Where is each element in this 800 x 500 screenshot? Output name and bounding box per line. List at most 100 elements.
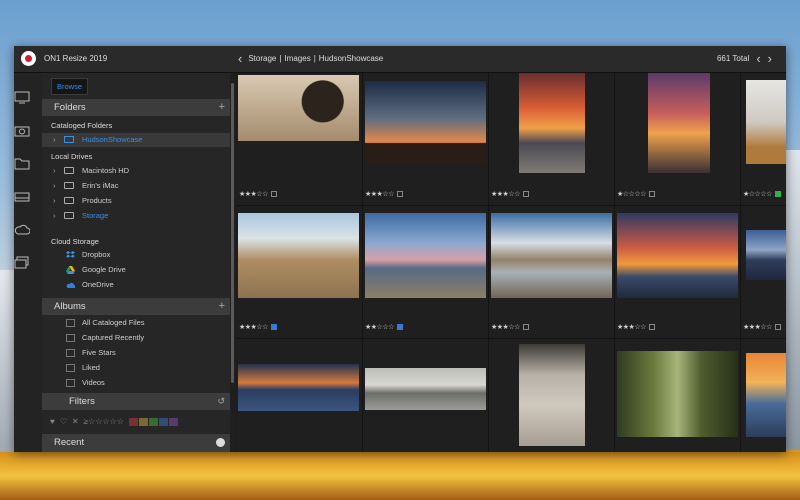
- photo-kelp-beach[interactable]: [519, 344, 585, 446]
- photo-hiker-silhouette[interactable]: [365, 81, 486, 163]
- photo-cell[interactable]: ★★★☆☆: [489, 206, 615, 339]
- photo-cell[interactable]: ★★★☆☆: [237, 73, 363, 206]
- photo-cell[interactable]: ★☆☆☆☆: [615, 73, 741, 206]
- color-tag[interactable]: [522, 324, 529, 330]
- filters-header[interactable]: Filters ↺: [42, 393, 230, 410]
- color-tag[interactable]: [270, 191, 277, 197]
- rating-filter-icon[interactable]: ≥☆☆☆☆☆: [84, 417, 124, 426]
- expand-arrow-icon[interactable]: ›: [53, 209, 56, 223]
- green-label-swatch[interactable]: [148, 417, 158, 426]
- color-tag[interactable]: [648, 324, 655, 330]
- photo-foggy-lake[interactable]: [365, 368, 486, 410]
- expand-arrow-icon[interactable]: ›: [53, 133, 56, 147]
- folder-item-hudsonshowcase[interactable]: › HudsonShowcase: [42, 133, 230, 147]
- photo-cell[interactable]: ★★★☆☆: [489, 73, 615, 206]
- breadcrumb-images[interactable]: Images: [284, 54, 310, 63]
- album-item-captured-recently[interactable]: Captured Recently: [42, 331, 230, 345]
- expand-arrow-icon[interactable]: ›: [53, 179, 56, 193]
- photo-cell[interactable]: ★☆☆☆☆: [741, 73, 786, 206]
- photo-cell[interactable]: [489, 339, 615, 452]
- blue-color-tag[interactable]: [396, 324, 403, 330]
- camera-icon[interactable]: [14, 124, 30, 137]
- star-rating[interactable]: ★★☆☆☆: [365, 323, 403, 331]
- photo-raven[interactable]: [238, 75, 359, 141]
- star-rating[interactable]: ★★★☆☆: [617, 323, 655, 331]
- recent-toggle-icon[interactable]: [216, 438, 225, 447]
- photo-fence-hills[interactable]: [238, 213, 359, 298]
- drive-item-erins-imac[interactable]: › Erin's iMac: [42, 179, 230, 193]
- photo-cell[interactable]: [741, 339, 786, 452]
- star-rating[interactable]: ★☆☆☆☆: [743, 190, 781, 198]
- photo-sunset-coast[interactable]: [617, 213, 738, 298]
- photo-reflection-lake[interactable]: [491, 213, 612, 298]
- browse-button[interactable]: Browse: [51, 78, 89, 95]
- drive-item-macintosh-hd[interactable]: › Macintosh HD: [42, 164, 230, 178]
- rejected-filter-x-icon[interactable]: ✕: [72, 417, 79, 426]
- photo-cell[interactable]: [615, 339, 741, 452]
- breadcrumb-storage[interactable]: Storage: [248, 54, 276, 63]
- photo-woman-on-road[interactable]: [648, 73, 710, 173]
- unflagged-filter-heart-icon[interactable]: ♡: [60, 417, 67, 426]
- add-album-icon[interactable]: +: [219, 298, 225, 315]
- photo-cell[interactable]: [363, 339, 489, 452]
- photo-cell[interactable]: ★★★☆☆: [363, 73, 489, 206]
- recent-header[interactable]: Recent: [42, 434, 230, 452]
- star-rating[interactable]: ★★★☆☆: [743, 323, 781, 331]
- star-rating[interactable]: ★☆☆☆☆: [617, 190, 655, 198]
- folders-header[interactable]: Folders +: [42, 99, 230, 116]
- panel-scrollbar[interactable]: [230, 73, 236, 452]
- photo-pier-night[interactable]: [746, 230, 786, 280]
- yellow-label-swatch[interactable]: [138, 417, 148, 426]
- previous-arrow-icon[interactable]: ‹: [756, 51, 760, 66]
- scrollbar-thumb[interactable]: [231, 83, 234, 383]
- photo-cell[interactable]: ★★★☆☆: [237, 206, 363, 339]
- photo-coast-sunset[interactable]: [746, 353, 786, 437]
- photo-cell[interactable]: ★★★☆☆: [615, 206, 741, 339]
- color-tag[interactable]: [774, 324, 781, 330]
- album-item-five-stars[interactable]: Five Stars: [42, 346, 230, 360]
- purple-label-swatch[interactable]: [168, 417, 178, 426]
- blue-label-swatch[interactable]: [158, 417, 168, 426]
- red-label-swatch[interactable]: [128, 417, 138, 426]
- photo-snow-field[interactable]: [746, 80, 786, 164]
- albums-icon[interactable]: [14, 256, 30, 269]
- cloud-item-dropbox[interactable]: Dropbox: [42, 248, 230, 262]
- cloud-item-google-drive[interactable]: Google Drive: [42, 263, 230, 277]
- photo-redwood-forest[interactable]: [617, 351, 738, 437]
- reset-filters-icon[interactable]: ↺: [217, 393, 225, 410]
- drive-item-storage[interactable]: › Storage: [42, 209, 230, 223]
- color-tag[interactable]: [396, 191, 403, 197]
- cloud-item-onedrive[interactable]: OneDrive: [42, 278, 230, 292]
- star-rating[interactable]: ★★★☆☆: [491, 323, 529, 331]
- photo-cell[interactable]: ★★☆☆☆: [363, 206, 489, 339]
- cloud-icon[interactable]: [14, 223, 31, 236]
- add-folder-icon[interactable]: +: [219, 99, 225, 116]
- star-rating[interactable]: ★★★☆☆: [239, 323, 277, 331]
- star-rating[interactable]: ★★★☆☆: [239, 190, 277, 198]
- breadcrumb-hudsonshowcase[interactable]: HudsonShowcase: [319, 54, 383, 63]
- back-chevron-icon[interactable]: ‹: [238, 51, 242, 66]
- color-tag[interactable]: [648, 191, 655, 197]
- photo-desert-road[interactable]: [519, 73, 585, 173]
- album-item-all-cataloged[interactable]: All Cataloged Files: [42, 316, 230, 330]
- drive-item-products[interactable]: › Products: [42, 194, 230, 208]
- blue-color-tag[interactable]: [270, 324, 277, 330]
- monitor-icon[interactable]: [14, 91, 30, 104]
- albums-header[interactable]: Albums +: [42, 298, 230, 315]
- star-rating[interactable]: ★★★☆☆: [491, 190, 529, 198]
- photo-cell[interactable]: [237, 339, 363, 452]
- photo-cell[interactable]: ★★★☆☆: [741, 206, 786, 339]
- drive-icon[interactable]: [14, 190, 30, 203]
- photo-mountain-lake[interactable]: [365, 213, 486, 298]
- expand-arrow-icon[interactable]: ›: [53, 194, 56, 208]
- star-rating[interactable]: ★★★☆☆: [365, 190, 403, 198]
- photo-volcano-dusk[interactable]: [238, 364, 359, 411]
- color-tag[interactable]: [522, 191, 529, 197]
- liked-filter-heart-icon[interactable]: ♥: [50, 417, 55, 426]
- album-item-videos[interactable]: Videos: [42, 376, 230, 390]
- album-item-liked[interactable]: Liked: [42, 361, 230, 375]
- next-arrow-icon[interactable]: ›: [768, 51, 772, 66]
- expand-arrow-icon[interactable]: ›: [53, 164, 56, 178]
- green-color-tag[interactable]: [774, 191, 781, 197]
- folder-icon[interactable]: [14, 157, 30, 170]
